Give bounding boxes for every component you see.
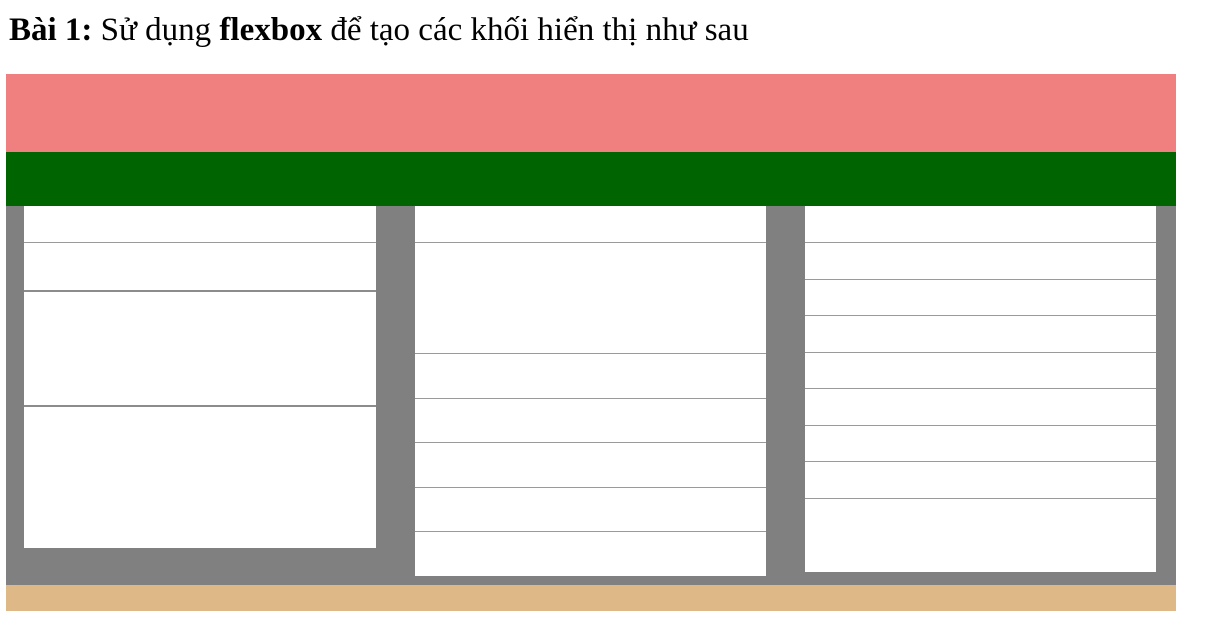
column-right [805, 206, 1156, 572]
navbar-block [6, 152, 1176, 206]
main-block [6, 206, 1176, 585]
column-middle-box [415, 242, 766, 353]
column-right-box [805, 461, 1156, 498]
column-right-box [805, 206, 1156, 242]
column-left [24, 206, 376, 548]
column-middle-box [415, 206, 766, 242]
footer-block [6, 585, 1176, 611]
column-right-box [805, 425, 1156, 461]
exercise-label: Bài 1: [9, 12, 93, 48]
exercise-heading: Bài 1: Sử dụng flexbox để tạo các khối h… [9, 8, 749, 52]
column-middle-box [415, 531, 766, 576]
column-right-box [805, 388, 1156, 425]
column-middle-box [415, 487, 766, 531]
column-left-box [24, 242, 376, 290]
header-block [6, 74, 1176, 152]
column-left-box [24, 405, 376, 548]
column-right-box [805, 498, 1156, 572]
column-middle-box [415, 353, 766, 398]
flexbox-layout-illustration [6, 74, 1176, 611]
column-right-box [805, 279, 1156, 315]
column-right-box [805, 352, 1156, 388]
column-middle-box [415, 442, 766, 487]
exercise-text-before: Sử dụng [92, 12, 220, 48]
column-left-box [24, 206, 376, 242]
exercise-text-after: để tạo các khối hiển thị như sau [322, 12, 749, 48]
column-middle [415, 206, 766, 576]
exercise-keyword: flexbox [219, 12, 323, 48]
column-right-box [805, 315, 1156, 352]
column-middle-box [415, 398, 766, 442]
column-right-box [805, 242, 1156, 279]
column-left-box [24, 290, 376, 405]
